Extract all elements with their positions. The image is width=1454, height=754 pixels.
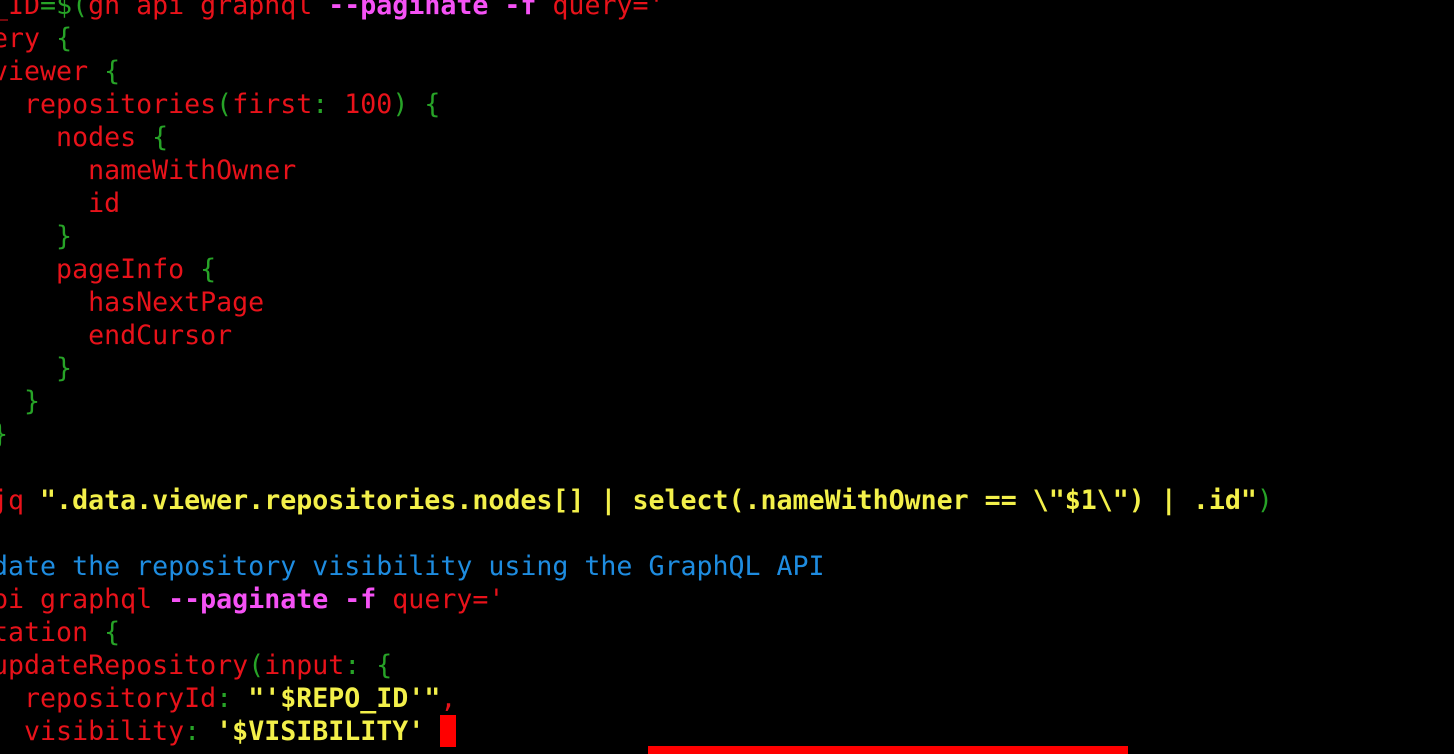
code-token: : — [184, 716, 217, 747]
terminal-line: utation { — [0, 616, 120, 649]
code-token: } — [56, 353, 73, 384]
code-token: --paginate -f — [168, 584, 377, 615]
code-token: , — [440, 683, 457, 714]
code-token: 100 — [344, 89, 393, 120]
code-token: input — [264, 650, 345, 681]
terminal-line: } — [0, 385, 40, 418]
code-token: { — [104, 617, 121, 648]
code-token: ( — [216, 89, 233, 120]
code-token: "'$REPO_ID'" — [248, 683, 441, 714]
code-token: gh api graphql — [88, 0, 329, 21]
terminal-window[interactable]: D_ID=$(gh api graphql --paginate -f quer… — [0, 0, 1454, 754]
code-token: utation — [0, 617, 89, 648]
terminal-line: endCursor — [0, 319, 232, 352]
code-token: ) — [1256, 485, 1273, 516]
terminal-line: visibility: '$VISIBILITY' — [0, 715, 424, 748]
terminal-line: nameWithOwner — [0, 154, 296, 187]
code-token: D_ID — [0, 0, 41, 21]
code-token: hasNextPage — [0, 287, 265, 318]
terminal-line: repositoryId: "'$REPO_ID'", — [0, 682, 456, 715]
code-token: : — [216, 683, 249, 714]
terminal-line: pdate the repository visibility using th… — [0, 550, 825, 583]
code-token: '$VISIBILITY' — [216, 716, 425, 747]
code-token: { — [200, 254, 217, 285]
code-token: visibility — [24, 716, 185, 747]
terminal-line: nodes { — [0, 121, 168, 154]
code-token: endCursor — [0, 320, 233, 351]
code-token: nodes — [56, 122, 137, 153]
code-token: } — [56, 221, 73, 252]
terminal-line: repositories(first: 100) { — [0, 88, 440, 121]
terminal-line: } — [0, 220, 72, 253]
terminal-line: updateRepository(input: { — [0, 649, 392, 682]
code-token: first — [232, 89, 313, 120]
terminal-line: } — [0, 418, 8, 451]
code-token: updateRepository — [0, 650, 249, 681]
code-token: viewer — [0, 56, 89, 87]
terminal-line: viewer { — [0, 55, 120, 88]
code-token: pageInfo — [56, 254, 185, 285]
code-token: repositories — [0, 89, 217, 120]
code-token: ( — [248, 650, 265, 681]
code-token: } — [0, 419, 8, 450]
code-token: pdate the repository visibility using th… — [0, 551, 825, 582]
code-token: $( — [56, 0, 89, 21]
status-highlight-bar — [648, 746, 1128, 754]
code-token: query — [536, 0, 633, 21]
code-token: =' — [472, 584, 505, 615]
terminal-line: pageInfo { — [0, 253, 216, 286]
code-token: { — [152, 122, 169, 153]
text-cursor — [440, 715, 456, 747]
terminal-line: jq ".data.viewer.repositories.nodes[] | … — [0, 484, 1273, 517]
terminal-line: id — [0, 187, 120, 220]
code-token: --paginate -f — [328, 0, 537, 21]
terminal-line: D_ID=$(gh api graphql --paginate -f quer… — [0, 0, 665, 22]
terminal-line: uery { — [0, 22, 72, 55]
code-token: jq — [0, 485, 25, 516]
code-token: =' — [632, 0, 665, 21]
code-token: uery — [0, 23, 41, 54]
code-token: { — [104, 56, 121, 87]
code-token: ) { — [392, 89, 441, 120]
code-token: : — [312, 89, 345, 120]
code-token: } — [24, 386, 41, 417]
code-token: api graphql — [0, 584, 153, 615]
code-token: id — [88, 188, 121, 219]
code-token: : { — [344, 650, 393, 681]
code-token: = — [40, 0, 57, 21]
terminal-line: } — [0, 352, 72, 385]
code-token: ".data.viewer.repositories.nodes[] | sel… — [40, 485, 1257, 516]
terminal-line: api graphql --paginate -f query=' — [0, 583, 504, 616]
terminal-line: hasNextPage — [0, 286, 264, 319]
code-token: query — [376, 584, 473, 615]
code-token: { — [56, 23, 73, 54]
code-token: nameWithOwner — [0, 155, 297, 186]
code-token: repositoryId — [0, 683, 217, 714]
